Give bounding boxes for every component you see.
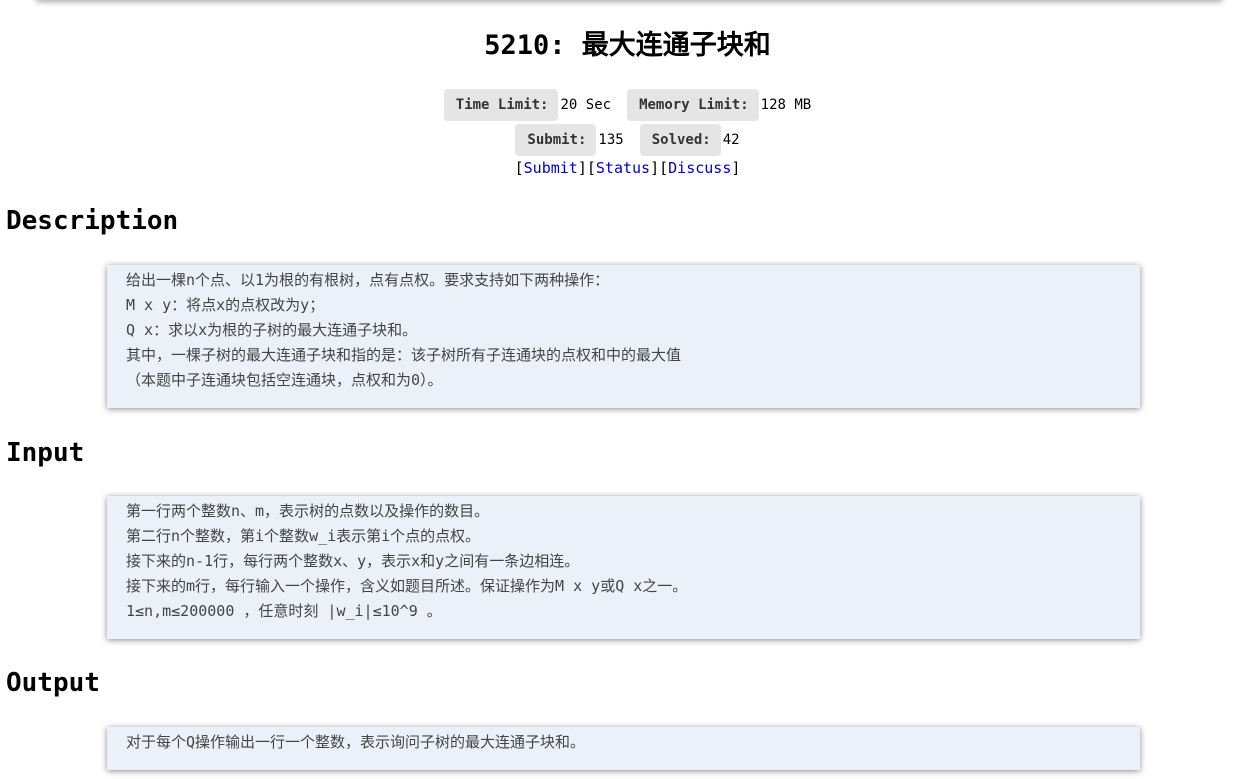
- submit-count-value: 135: [598, 132, 624, 148]
- description-line: 其中，一棵子树的最大连通子块和指的是：该子树所有子连通块的点权和中的最大值: [126, 346, 682, 364]
- status-link[interactable]: Status: [596, 159, 650, 177]
- stats-row: Submit: 135 Solved: 42: [0, 124, 1255, 156]
- output-line: 对于每个Q操作输出一行一个整数，表示询问子树的最大连通子块和。: [126, 733, 586, 751]
- discuss-link[interactable]: Discuss: [668, 159, 731, 177]
- description-line: 给出一棵n个点、以1为根的有根树，点有点权。要求支持如下两种操作：: [126, 271, 610, 289]
- input-line: 接下来的m行，每行输入一个操作，含义如题目所述。保证操作为M x y或Q x之一…: [126, 577, 688, 595]
- input-line: 第一行两个整数n、m，表示树的点数以及操作的数目。: [126, 502, 490, 520]
- input-line: 接下来的n-1行，每行两个整数x、y，表示x和y之间有一条边相连。: [126, 552, 580, 570]
- output-heading: Output: [6, 668, 100, 698]
- description-heading: Description: [6, 206, 179, 236]
- solved-count-label: Solved:: [639, 124, 721, 156]
- input-line: 1≤n,m≤200000 ，任意时刻 |w_i|≤10^9 。: [126, 602, 442, 620]
- description-box: 给出一棵n个点、以1为根的有根树，点有点权。要求支持如下两种操作： M x y：…: [107, 265, 1140, 408]
- limits-row: Time Limit: 20 Sec Memory Limit: 128 MB: [0, 89, 1255, 121]
- memory-limit-value: 128 MB: [760, 97, 812, 113]
- problem-links: [Submit][Status][Discuss]: [514, 159, 741, 177]
- time-limit-value: 20 Sec: [560, 97, 612, 113]
- solved-count-value: 42: [722, 132, 740, 148]
- memory-limit-label: Memory Limit:: [627, 89, 759, 121]
- description-line: M x y：将点x的点权改为y；: [126, 296, 325, 314]
- page-title: 5210: 最大连通子块和: [484, 30, 771, 61]
- time-limit-label: Time Limit:: [443, 89, 559, 121]
- output-box: 对于每个Q操作输出一行一个整数，表示询问子树的最大连通子块和。: [107, 727, 1140, 770]
- submit-count-label: Submit:: [515, 124, 597, 156]
- description-line: Q x：求以x为根的子树的最大连通子块和。: [126, 321, 418, 339]
- input-line: 第二行n个整数，第i个整数w_i表示第i个点的点权。: [126, 527, 481, 545]
- input-heading: Input: [6, 438, 85, 468]
- submit-link[interactable]: Submit: [524, 159, 578, 177]
- description-line: （本题中子连通块包括空连通块，点权和为0）。: [126, 371, 443, 389]
- input-box: 第一行两个整数n、m，表示树的点数以及操作的数目。 第二行n个整数，第i个整数w…: [107, 496, 1140, 639]
